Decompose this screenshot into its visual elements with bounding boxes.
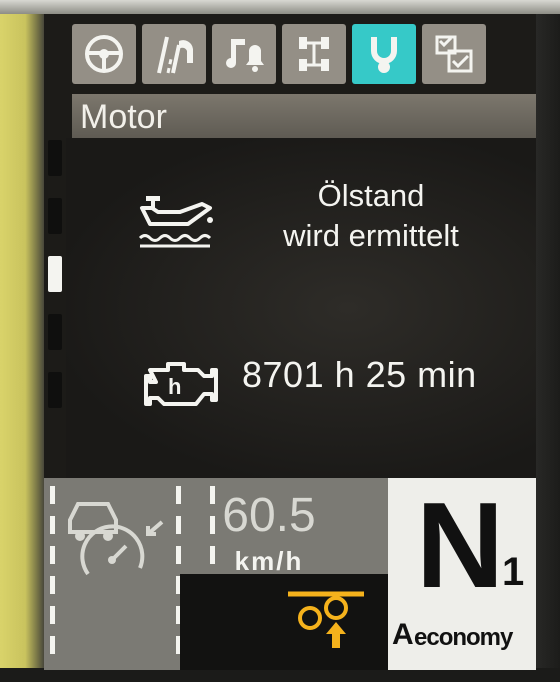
tab-steering[interactable] bbox=[72, 24, 136, 84]
engine-info-panel: Ölstand wird ermittelt h 8701 h 25 min bbox=[66, 138, 536, 478]
settings-checklist-icon bbox=[435, 35, 473, 73]
oil-status-text: Ölstand wird ermittelt bbox=[246, 176, 496, 256]
gear-panel: N 1 A economy bbox=[388, 478, 536, 670]
page-dot bbox=[48, 372, 62, 408]
cruise-speedometer-icon bbox=[68, 502, 164, 576]
tab-bar bbox=[72, 24, 512, 86]
axle-lift-icon bbox=[288, 591, 364, 648]
music-bell-icon bbox=[226, 39, 264, 72]
page-dot bbox=[48, 198, 62, 234]
gear-letter: N bbox=[416, 477, 505, 613]
engine-oil-icon bbox=[371, 37, 397, 73]
axle-indicator-box bbox=[180, 574, 390, 670]
tab-engine[interactable] bbox=[352, 24, 416, 84]
steering-wheel-icon bbox=[85, 35, 123, 73]
tab-road-camera[interactable] bbox=[142, 24, 206, 84]
tab-vehicle[interactable] bbox=[282, 24, 346, 84]
gear-number: 1 bbox=[502, 550, 525, 594]
page-dot-active bbox=[48, 256, 62, 292]
page-dot bbox=[48, 140, 62, 176]
oil-status-line1: Ölstand bbox=[317, 178, 425, 213]
lane-marking-left bbox=[50, 486, 55, 666]
oil-level-icon bbox=[138, 196, 213, 248]
speed-panel: 60.5 km/h bbox=[204, 478, 400, 582]
drive-mode-label: economy bbox=[414, 624, 513, 651]
road-camera-icon bbox=[157, 36, 193, 74]
engine-hours-value: 8701 h 25 min bbox=[242, 354, 477, 395]
tab-settings[interactable] bbox=[422, 24, 486, 84]
speed-unit: km/h bbox=[234, 546, 304, 576]
speed-value: 60.5 bbox=[222, 489, 316, 542]
page-indicator bbox=[44, 138, 66, 468]
page-dot bbox=[48, 314, 62, 350]
section-title: Motor bbox=[80, 98, 167, 136]
bezel-left bbox=[0, 0, 46, 682]
bezel-top bbox=[0, 0, 560, 14]
engine-hours-icon: h bbox=[144, 362, 218, 406]
vehicle-chassis-icon bbox=[299, 37, 329, 71]
section-header: Motor bbox=[72, 94, 536, 138]
oil-status-line2: wird ermittelt bbox=[283, 218, 459, 253]
svg-text:h: h bbox=[168, 374, 181, 399]
tab-audio[interactable] bbox=[212, 24, 276, 84]
display-screen: Motor Ölstand wird ermittelt h 8701 h 25… bbox=[44, 14, 536, 670]
bezel-bottom bbox=[0, 668, 560, 682]
drive-mode-letter: A bbox=[392, 618, 414, 651]
bezel-right bbox=[532, 0, 560, 682]
